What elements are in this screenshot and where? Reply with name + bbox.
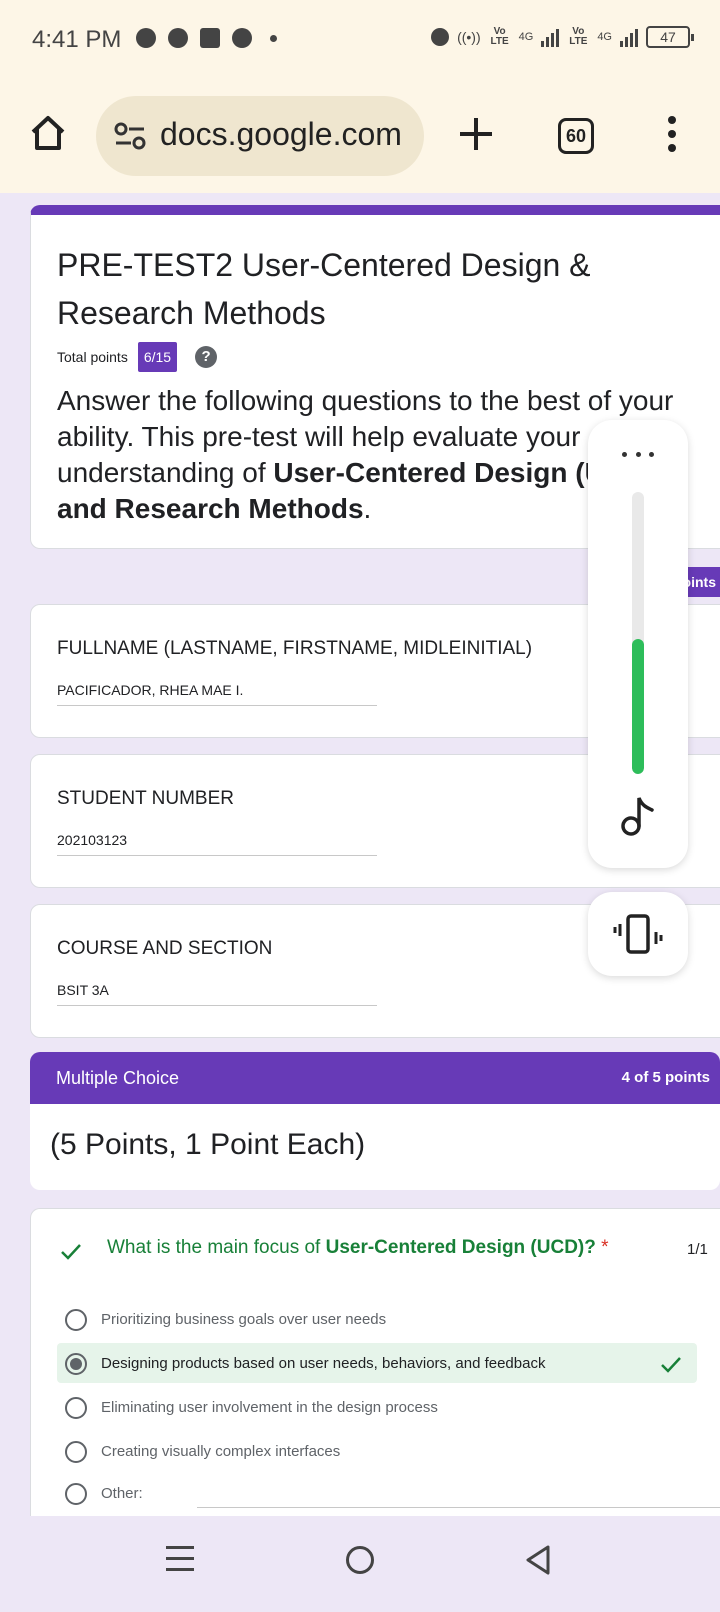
network-type: 4G bbox=[597, 31, 612, 43]
total-points-row: Total points 6/15 ? bbox=[57, 342, 218, 372]
section-points: 4 of 5 points bbox=[621, 1069, 710, 1086]
signal-icon bbox=[541, 27, 560, 47]
radio-button bbox=[65, 1397, 87, 1419]
form-title: PRE-TEST2 User-Centered Design & Researc… bbox=[57, 247, 591, 331]
plus-icon[interactable] bbox=[456, 114, 496, 154]
option-label: Creating visually complex interfaces bbox=[101, 1443, 341, 1460]
option-label: Eliminating user involvement in the desi… bbox=[101, 1399, 438, 1416]
system-nav-bar bbox=[0, 1516, 720, 1612]
check-icon bbox=[661, 1357, 681, 1373]
total-points-label: Total points bbox=[57, 349, 128, 365]
score-badge: 6/15 bbox=[137, 342, 178, 372]
alarm-icon bbox=[431, 28, 450, 46]
status-time: 4:41 PM bbox=[32, 26, 122, 53]
notification-icons bbox=[136, 28, 277, 48]
volte-label: Vo LTE bbox=[569, 26, 588, 47]
vibrate-button[interactable] bbox=[588, 892, 688, 976]
dot-icon bbox=[270, 34, 277, 42]
option-item-selected: Designing products based on user needs, … bbox=[57, 1343, 697, 1383]
radio-button-selected bbox=[65, 1353, 87, 1375]
radio-button bbox=[65, 1309, 87, 1331]
radio-button bbox=[65, 1441, 87, 1463]
vibrate-icon bbox=[613, 914, 663, 954]
field-label: FULLNAME (LASTNAME, FIRSTNAME, MIDLEINIT… bbox=[57, 638, 533, 659]
url-text: docs.google.com bbox=[160, 116, 402, 152]
more-horizontal-icon[interactable] bbox=[622, 452, 654, 462]
radio-button bbox=[65, 1483, 87, 1505]
field-label: COURSE AND SECTION bbox=[57, 938, 273, 959]
hotspot-icon: ((•)) bbox=[457, 29, 481, 45]
music-note-icon[interactable] bbox=[618, 794, 658, 838]
option-item: Prioritizing business goals over user ne… bbox=[57, 1299, 697, 1339]
chrome-icon bbox=[232, 28, 252, 48]
system-icons: ((•)) Vo LTE 4G Vo LTE 4G 47 bbox=[431, 26, 694, 48]
option-item: Creating visually complex interfaces bbox=[57, 1431, 697, 1471]
back-icon[interactable] bbox=[524, 1544, 552, 1576]
field-underline bbox=[57, 705, 377, 706]
network-type: 4G bbox=[518, 31, 534, 43]
section-header: Multiple Choice 4 of 5 points bbox=[30, 1052, 720, 1104]
section-subtitle: (5 Points, 1 Point Each) bbox=[50, 1128, 366, 1161]
field-underline bbox=[57, 855, 377, 856]
browser-chrome: 4:41 PM ((•)) Vo LTE 4G Vo LTE 4G 47 doc… bbox=[0, 0, 720, 193]
tune-icon[interactable] bbox=[114, 122, 146, 150]
field-value: PACIFICADOR, RHEA MAE I. bbox=[57, 682, 244, 698]
option-label: Designing products based on user needs, … bbox=[101, 1355, 546, 1372]
volume-slider[interactable] bbox=[632, 492, 644, 774]
section-title: Multiple Choice bbox=[56, 1068, 180, 1088]
volume-fill bbox=[632, 638, 644, 774]
question-card: What is the main focus of User-Centered … bbox=[30, 1208, 720, 1518]
field-underline bbox=[57, 1005, 377, 1006]
address-bar[interactable]: docs.google.com bbox=[96, 96, 424, 176]
field-value: 202103123 bbox=[57, 832, 128, 848]
status-bar: 4:41 PM ((•)) Vo LTE 4G Vo LTE 4G 47 bbox=[0, 0, 720, 80]
home-icon[interactable] bbox=[28, 113, 68, 153]
check-icon bbox=[61, 1244, 81, 1260]
other-underline bbox=[197, 1507, 720, 1508]
option-item: Eliminating user involvement in the desi… bbox=[57, 1387, 697, 1427]
more-vertical-icon[interactable] bbox=[664, 116, 680, 156]
option-label: Prioritizing business goals over user ne… bbox=[101, 1311, 387, 1328]
section-description: (5 Points, 1 Point Each) bbox=[30, 1104, 720, 1190]
question-text: What is the main focus of User-Centered … bbox=[107, 1237, 609, 1258]
tabs-icon[interactable]: 60 bbox=[558, 118, 594, 154]
facebook-icon bbox=[200, 28, 220, 48]
field-label: STUDENT NUMBER bbox=[57, 788, 234, 809]
volume-panel bbox=[588, 420, 688, 868]
messenger-icon bbox=[136, 28, 156, 48]
help-icon[interactable]: ? bbox=[195, 346, 218, 368]
battery-icon: 47 bbox=[646, 26, 694, 48]
option-item-other: Other: bbox=[57, 1473, 720, 1513]
recents-icon[interactable] bbox=[166, 1546, 194, 1576]
signal-icon bbox=[620, 27, 638, 47]
question-score: 1/1 bbox=[687, 1241, 708, 1258]
option-label: Other: bbox=[101, 1485, 143, 1502]
home-icon[interactable] bbox=[346, 1546, 374, 1574]
alarm-icon bbox=[168, 28, 188, 48]
field-value: BSIT 3A bbox=[57, 982, 109, 998]
volte-label: Vo LTE bbox=[490, 26, 509, 47]
